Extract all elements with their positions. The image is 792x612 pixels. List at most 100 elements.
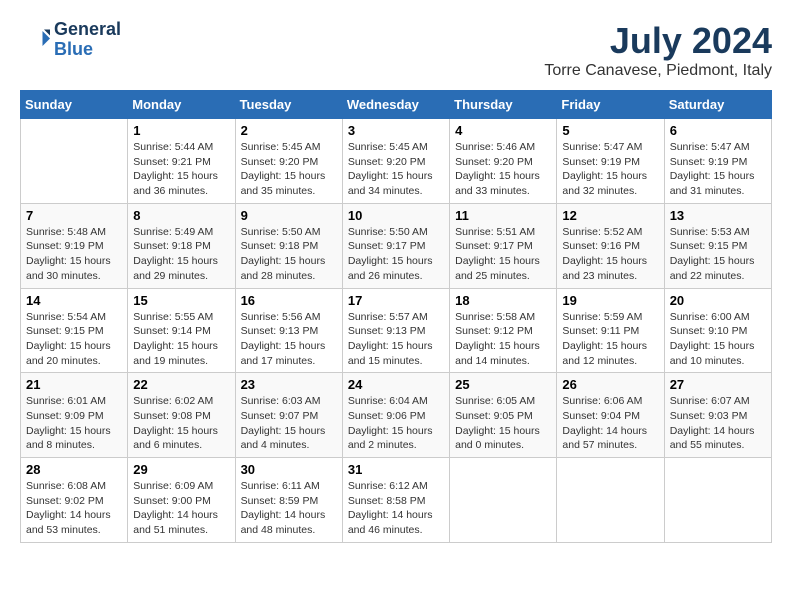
day-cell: 8 Sunrise: 5:49 AMSunset: 9:18 PMDaylight… <box>128 203 235 288</box>
calendar-header-row: SundayMondayTuesdayWednesdayThursdayFrid… <box>21 91 772 119</box>
day-number: 12 <box>562 208 658 223</box>
day-info: Sunrise: 5:52 AMSunset: 9:16 PMDaylight:… <box>562 225 658 284</box>
day-cell: 29Sunrise: 6:09 AMSunset: 9:00 PMDayligh… <box>128 458 235 543</box>
day-info: Sunrise: 5:51 AMSunset: 9:17 PMDaylight:… <box>455 225 551 284</box>
day-info: Sunrise: 6:00 AMSunset: 9:10 PMDaylight:… <box>670 310 766 369</box>
day-info: Sunrise: 5:47 AMSunset: 9:19 PMDaylight:… <box>670 140 766 199</box>
day-info: Sunrise: 5:53 AMSunset: 9:15 PMDaylight:… <box>670 225 766 284</box>
col-header-tuesday: Tuesday <box>235 91 342 119</box>
col-header-sunday: Sunday <box>21 91 128 119</box>
day-number: 16 <box>241 293 337 308</box>
day-cell: 1 Sunrise: 5:44 AMSunset: 9:21 PMDaylight… <box>128 119 235 204</box>
day-info: Sunrise: 6:03 AMSunset: 9:07 PMDaylight:… <box>241 394 337 453</box>
day-cell: 9 Sunrise: 5:50 AMSunset: 9:18 PMDaylight… <box>235 203 342 288</box>
day-cell: 11 Sunrise: 5:51 AMSunset: 9:17 PMDayligh… <box>450 203 557 288</box>
week-row-1: 1 Sunrise: 5:44 AMSunset: 9:21 PMDaylight… <box>21 119 772 204</box>
logo-icon <box>20 25 50 55</box>
day-info: Sunrise: 6:08 AMSunset: 9:02 PMDaylight:… <box>26 479 122 538</box>
day-info: Sunrise: 5:59 AMSunset: 9:11 PMDaylight:… <box>562 310 658 369</box>
week-row-5: 28 Sunrise: 6:08 AMSunset: 9:02 PMDayligh… <box>21 458 772 543</box>
day-info: Sunrise: 6:07 AMSunset: 9:03 PMDaylight:… <box>670 394 766 453</box>
day-number: 26 <box>562 377 658 392</box>
day-number: 20 <box>670 293 766 308</box>
day-cell: 16 Sunrise: 5:56 AMSunset: 9:13 PMDayligh… <box>235 288 342 373</box>
day-info: Sunrise: 6:11 AMSunset: 8:59 PMDaylight:… <box>241 479 337 538</box>
day-cell: 22 Sunrise: 6:02 AMSunset: 9:08 PMDayligh… <box>128 373 235 458</box>
week-row-4: 21 Sunrise: 6:01 AMSunset: 9:09 PMDayligh… <box>21 373 772 458</box>
day-cell: 26 Sunrise: 6:06 AMSunset: 9:04 PMDayligh… <box>557 373 664 458</box>
day-cell: 6 Sunrise: 5:47 AMSunset: 9:19 PMDaylight… <box>664 119 771 204</box>
day-info: Sunrise: 6:05 AMSunset: 9:05 PMDaylight:… <box>455 394 551 453</box>
day-number: 22 <box>133 377 229 392</box>
day-info: Sunrise: 5:56 AMSunset: 9:13 PMDaylight:… <box>241 310 337 369</box>
day-info: Sunrise: 5:46 AMSunset: 9:20 PMDaylight:… <box>455 140 551 199</box>
day-cell: 24 Sunrise: 6:04 AMSunset: 9:06 PMDayligh… <box>342 373 449 458</box>
day-cell: 31 Sunrise: 6:12 AMSunset: 8:58 PMDayligh… <box>342 458 449 543</box>
day-number: 10 <box>348 208 444 223</box>
col-header-monday: Monday <box>128 91 235 119</box>
day-info: Sunrise: 6:06 AMSunset: 9:04 PMDaylight:… <box>562 394 658 453</box>
day-info: Sunrise: 5:50 AMSunset: 9:18 PMDaylight:… <box>241 225 337 284</box>
logo-text-blue: Blue <box>54 40 121 60</box>
day-info: Sunrise: 6:01 AMSunset: 9:09 PMDaylight:… <box>26 394 122 453</box>
day-number: 25 <box>455 377 551 392</box>
day-info: Sunrise: 5:49 AMSunset: 9:18 PMDaylight:… <box>133 225 229 284</box>
day-cell: 19 Sunrise: 5:59 AMSunset: 9:11 PMDayligh… <box>557 288 664 373</box>
day-info: Sunrise: 5:45 AMSunset: 9:20 PMDaylight:… <box>348 140 444 199</box>
day-number: 29 <box>133 462 229 477</box>
day-info: Sunrise: 5:54 AMSunset: 9:15 PMDaylight:… <box>26 310 122 369</box>
day-cell: 30 Sunrise: 6:11 AMSunset: 8:59 PMDayligh… <box>235 458 342 543</box>
day-info: Sunrise: 5:57 AMSunset: 9:13 PMDaylight:… <box>348 310 444 369</box>
day-info: Sunrise: 5:55 AMSunset: 9:14 PMDaylight:… <box>133 310 229 369</box>
day-cell <box>664 458 771 543</box>
calendar-title: July 2024 <box>544 20 772 62</box>
day-cell: 15 Sunrise: 5:55 AMSunset: 9:14 PMDayligh… <box>128 288 235 373</box>
day-number: 9 <box>241 208 337 223</box>
day-cell: 4Sunrise: 5:46 AMSunset: 9:20 PMDaylight… <box>450 119 557 204</box>
page-header: General Blue July 2024 Torre Canavese, P… <box>20 20 772 80</box>
day-info: Sunrise: 6:02 AMSunset: 9:08 PMDaylight:… <box>133 394 229 453</box>
day-cell: 20 Sunrise: 6:00 AMSunset: 9:10 PMDayligh… <box>664 288 771 373</box>
day-number: 6 <box>670 123 766 138</box>
day-info: Sunrise: 5:58 AMSunset: 9:12 PMDaylight:… <box>455 310 551 369</box>
day-info: Sunrise: 5:50 AMSunset: 9:17 PMDaylight:… <box>348 225 444 284</box>
week-row-2: 7 Sunrise: 5:48 AMSunset: 9:19 PMDaylight… <box>21 203 772 288</box>
day-cell: 5Sunrise: 5:47 AMSunset: 9:19 PMDaylight… <box>557 119 664 204</box>
col-header-thursday: Thursday <box>450 91 557 119</box>
day-number: 21 <box>26 377 122 392</box>
day-cell: 23 Sunrise: 6:03 AMSunset: 9:07 PMDayligh… <box>235 373 342 458</box>
day-number: 1 <box>133 123 229 138</box>
day-cell: 28 Sunrise: 6:08 AMSunset: 9:02 PMDayligh… <box>21 458 128 543</box>
day-cell: 27 Sunrise: 6:07 AMSunset: 9:03 PMDayligh… <box>664 373 771 458</box>
day-cell <box>557 458 664 543</box>
day-number: 31 <box>348 462 444 477</box>
day-cell: 10 Sunrise: 5:50 AMSunset: 9:17 PMDayligh… <box>342 203 449 288</box>
day-number: 5 <box>562 123 658 138</box>
day-number: 28 <box>26 462 122 477</box>
calendar-subtitle: Torre Canavese, Piedmont, Italy <box>544 62 772 80</box>
day-number: 8 <box>133 208 229 223</box>
day-info: Sunrise: 5:45 AMSunset: 9:20 PMDaylight:… <box>241 140 337 199</box>
day-number: 15 <box>133 293 229 308</box>
day-info: Sunrise: 6:12 AMSunset: 8:58 PMDaylight:… <box>348 479 444 538</box>
day-cell: 7 Sunrise: 5:48 AMSunset: 9:19 PMDaylight… <box>21 203 128 288</box>
day-number: 7 <box>26 208 122 223</box>
day-info: Sunrise: 6:04 AMSunset: 9:06 PMDaylight:… <box>348 394 444 453</box>
calendar-table: SundayMondayTuesdayWednesdayThursdayFrid… <box>20 90 772 543</box>
day-number: 11 <box>455 208 551 223</box>
day-number: 27 <box>670 377 766 392</box>
day-cell: 13 Sunrise: 5:53 AMSunset: 9:15 PMDayligh… <box>664 203 771 288</box>
day-number: 19 <box>562 293 658 308</box>
day-number: 2 <box>241 123 337 138</box>
col-header-saturday: Saturday <box>664 91 771 119</box>
day-info: Sunrise: 5:48 AMSunset: 9:19 PMDaylight:… <box>26 225 122 284</box>
day-number: 24 <box>348 377 444 392</box>
day-number: 13 <box>670 208 766 223</box>
day-cell: 12 Sunrise: 5:52 AMSunset: 9:16 PMDayligh… <box>557 203 664 288</box>
day-number: 23 <box>241 377 337 392</box>
col-header-friday: Friday <box>557 91 664 119</box>
day-number: 17 <box>348 293 444 308</box>
day-info: Sunrise: 5:44 AMSunset: 9:21 PMDaylight:… <box>133 140 229 199</box>
week-row-3: 14Sunrise: 5:54 AMSunset: 9:15 PMDayligh… <box>21 288 772 373</box>
day-number: 30 <box>241 462 337 477</box>
